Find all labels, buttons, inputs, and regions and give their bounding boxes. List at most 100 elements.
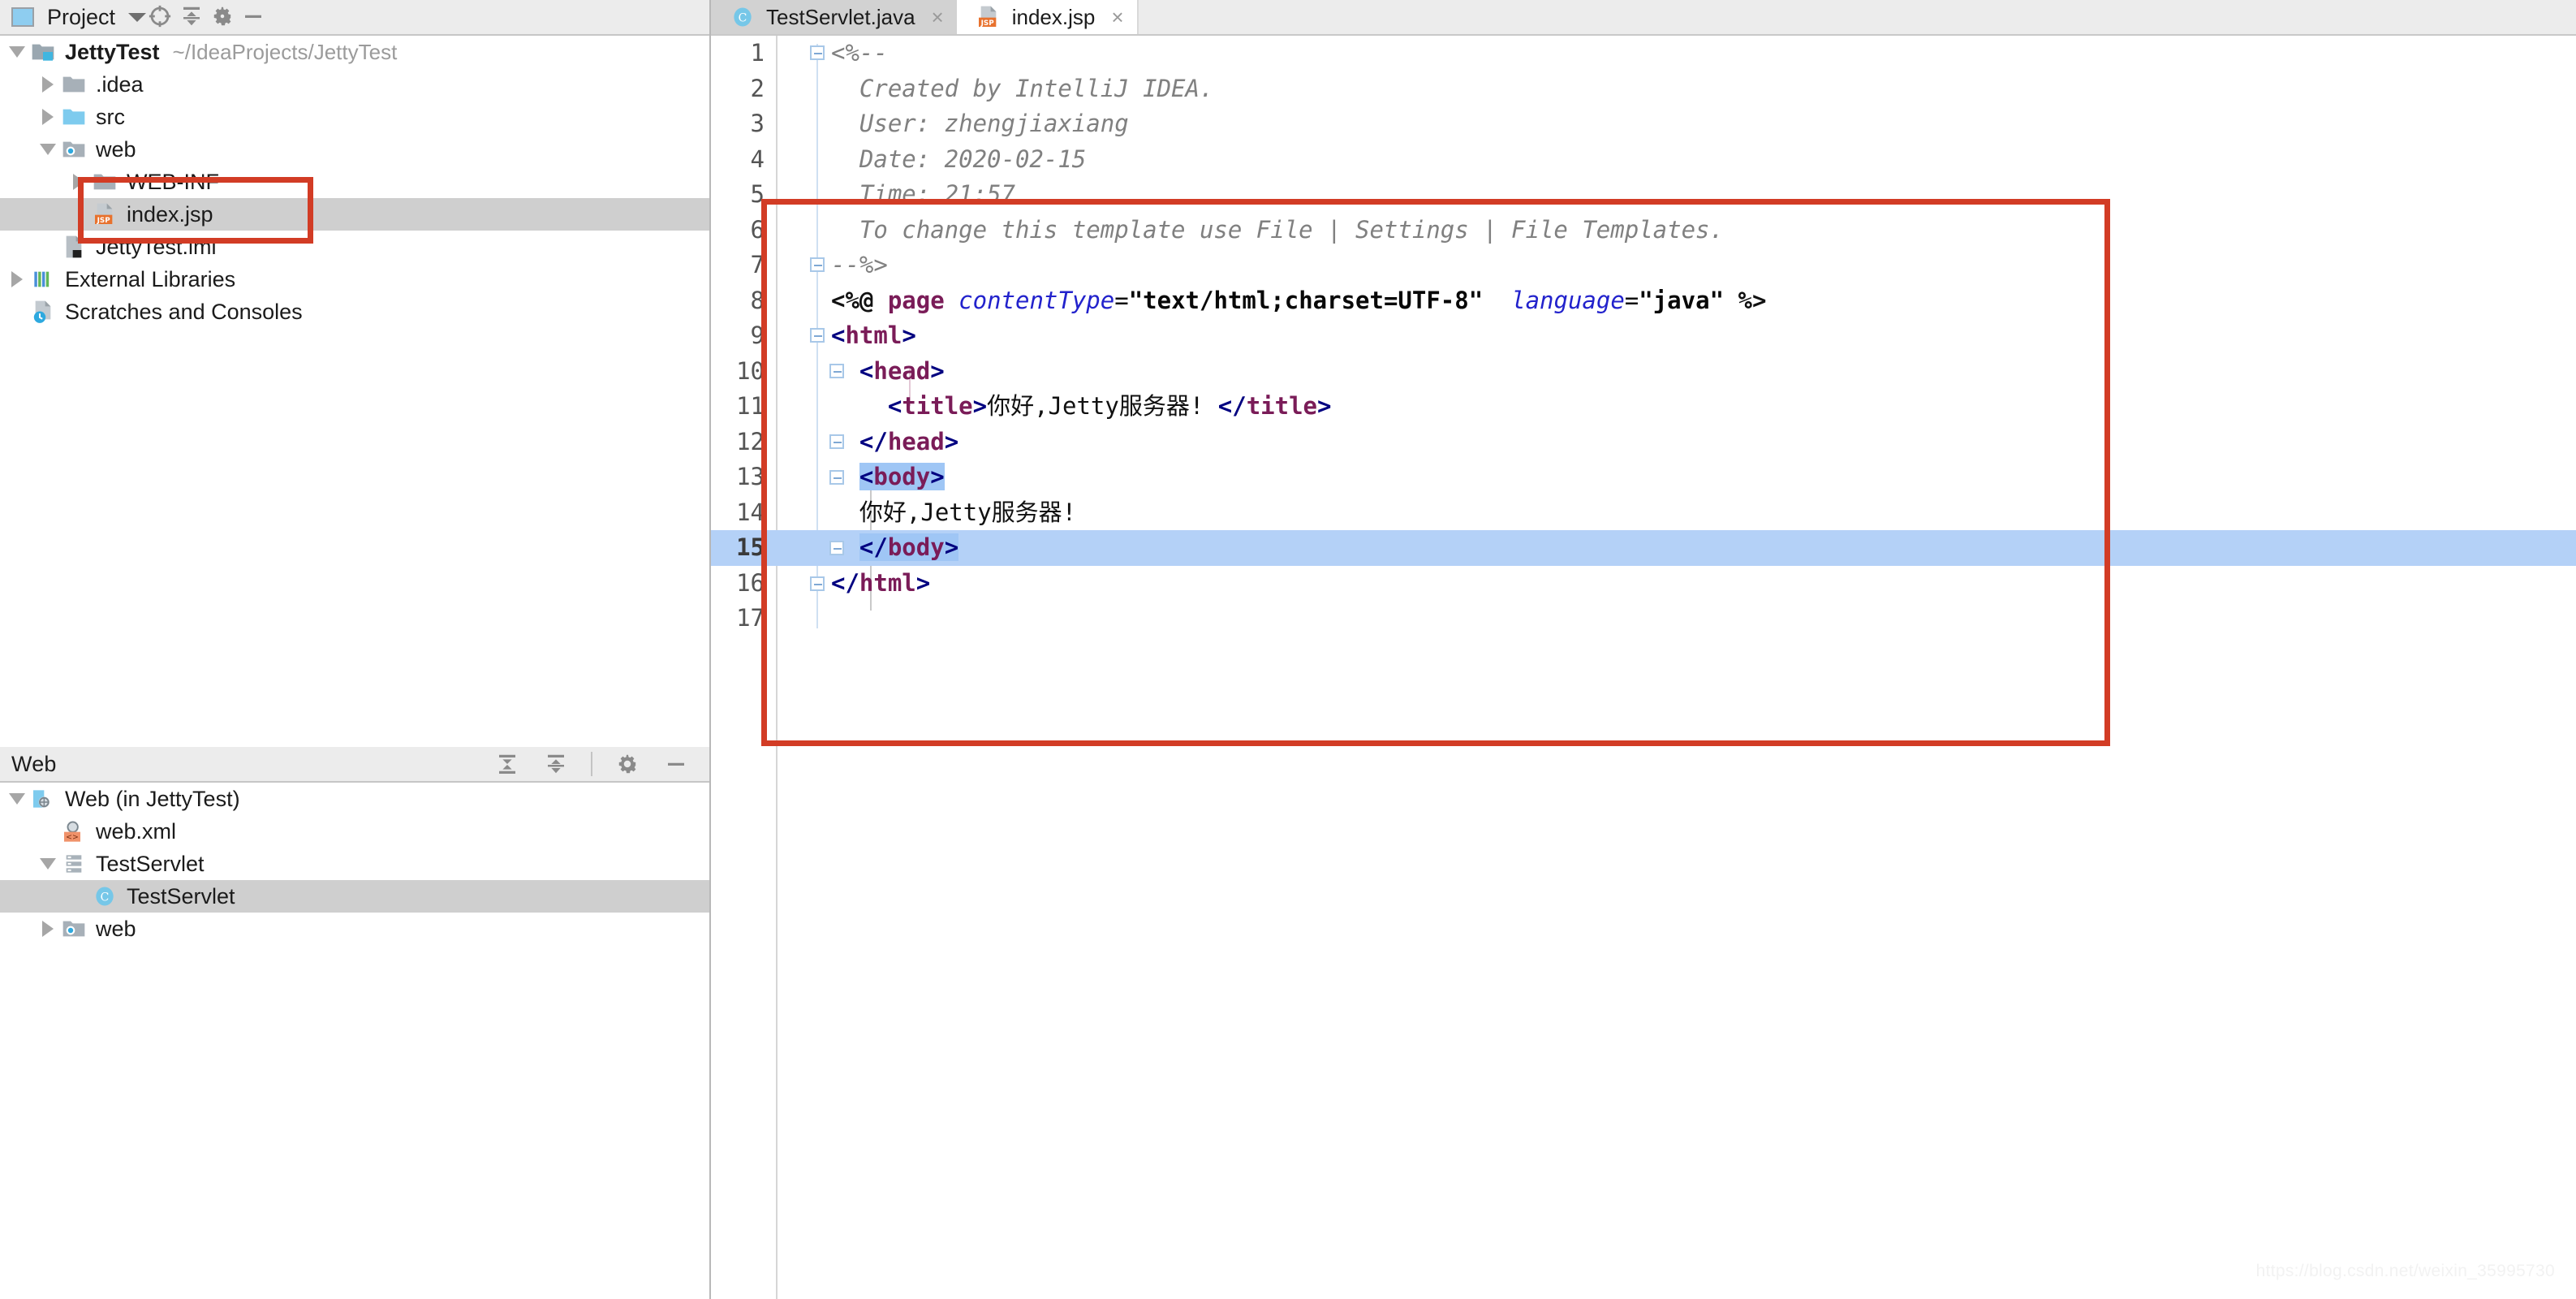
code-token: html [859, 569, 916, 597]
web-tree-item[interactable]: TestServlet [0, 848, 709, 880]
code-line[interactable]: 1<%-- [711, 36, 2576, 71]
chevron-down-icon[interactable] [128, 13, 146, 22]
web-tree-item[interactable]: CTestServlet [0, 880, 709, 913]
editor-tab-bar: CTestServlet.java×JSPindex.jsp× [711, 0, 2576, 36]
tree-item-label: .idea [96, 72, 144, 97]
fold-marker-line12[interactable] [829, 434, 846, 451]
code-token: > [930, 357, 944, 385]
code-token: < [831, 322, 845, 349]
webxml-file-icon: <> [60, 818, 88, 845]
tree-item-label: web.xml [96, 819, 176, 844]
fold-marker-line13[interactable] [829, 470, 846, 486]
locate-icon[interactable] [146, 2, 174, 30]
tree-item-label: WEB-INF [127, 170, 219, 195]
editor-tab[interactable]: JSPindex.jsp× [957, 0, 1137, 34]
code-line[interactable]: 15 </body> [711, 530, 2576, 566]
code-line-text: </head> [831, 425, 958, 460]
fold-marker-line16[interactable] [810, 576, 826, 593]
code-line[interactable]: 13 <body> [711, 460, 2576, 495]
code-line[interactable]: 7--%> [711, 248, 2576, 283]
tree-item-label: index.jsp [127, 202, 213, 227]
code-token: body [873, 463, 930, 490]
project-tree-item[interactable]: WEB-INF [0, 166, 709, 198]
code-viewport[interactable]: 1<%--2 Created by IntelliJ IDEA.3 User: … [711, 36, 2576, 1299]
code-token: html [845, 322, 902, 349]
code-line[interactable]: 16</html> [711, 566, 2576, 602]
web-tree-item[interactable]: Web (in JettyTest) [0, 783, 709, 815]
close-icon[interactable]: × [1111, 5, 1123, 30]
servlet-node-icon [60, 850, 88, 878]
fold-marker-line10[interactable] [829, 364, 846, 380]
project-tree-item[interactable]: .idea [0, 68, 709, 101]
tree-item-label: External Libraries [65, 267, 235, 292]
code-line[interactable]: 8<%@ page contentType="text/html;charset… [711, 283, 2576, 319]
settings-gear-icon[interactable] [614, 750, 641, 778]
code-line[interactable]: 2 Created by IntelliJ IDEA. [711, 71, 2576, 107]
code-line[interactable]: 17 [711, 601, 2576, 637]
fold-marker-line7[interactable] [810, 257, 826, 274]
collapse-arrow-icon[interactable] [36, 144, 60, 155]
settings-gear-icon[interactable] [209, 2, 236, 30]
code-token: title [1247, 392, 1317, 420]
project-tree-item[interactable]: Scratches and Consoles [0, 296, 709, 328]
hide-panel-icon[interactable] [662, 750, 690, 778]
line-number: 10 [711, 354, 765, 390]
expand-all-icon[interactable] [493, 750, 521, 778]
project-tree-item[interactable]: JettyTest.iml [0, 231, 709, 263]
code-token: To change this template use File | Setti… [831, 216, 1724, 244]
line-number: 1 [711, 36, 765, 71]
code-token: "text/html;charset=UTF-8" [1129, 287, 1484, 314]
expand-arrow-icon[interactable] [36, 921, 60, 937]
hide-panel-icon[interactable] [239, 2, 267, 30]
code-line[interactable]: 5 Time: 21:57 [711, 177, 2576, 213]
collapse-all-icon[interactable] [542, 750, 570, 778]
code-line[interactable]: 4 Date: 2020-02-15 [711, 142, 2576, 178]
code-line[interactable]: 3 User: zhengjiaxiang [711, 106, 2576, 142]
code-line[interactable]: 6 To change this template use File | Set… [711, 213, 2576, 248]
web-tree-item[interactable]: web [0, 913, 709, 945]
project-tree-item[interactable]: JettyTest~/IdeaProjects/JettyTest [0, 36, 709, 68]
code-line-text: </html> [831, 566, 930, 602]
code-lines[interactable]: 1<%--2 Created by IntelliJ IDEA.3 User: … [711, 36, 2576, 637]
iml-file-icon [60, 233, 88, 261]
code-line[interactable]: 9<html> [711, 318, 2576, 354]
project-tree-item[interactable]: External Libraries [0, 263, 709, 296]
fold-marker-line9[interactable] [810, 328, 826, 344]
code-line[interactable]: 10 <head> [711, 354, 2576, 390]
web-panel-toolbar [493, 750, 698, 778]
project-tree-item[interactable]: JSPindex.jsp [0, 198, 709, 231]
code-token: --%> [831, 251, 888, 278]
expand-arrow-icon[interactable] [5, 271, 29, 287]
code-line-text: <title>你好,Jetty服务器! </title> [831, 389, 1331, 425]
fold-marker-line1[interactable] [810, 45, 826, 62]
collapse-all-icon[interactable] [178, 2, 205, 30]
fold-marker-line15[interactable] [829, 541, 846, 557]
editor-tab-label: index.jsp [1012, 5, 1096, 30]
watermark-url: https://blog.csdn.net/weixin_35995730 [2256, 1262, 2555, 1281]
folder-web-icon [60, 136, 88, 163]
code-token: 你好,Jetty服务器! [987, 392, 1218, 420]
web-panel-header: Web [0, 747, 709, 783]
close-icon[interactable]: × [932, 5, 944, 30]
collapse-arrow-icon[interactable] [36, 858, 60, 870]
expand-arrow-icon[interactable] [36, 109, 60, 125]
code-token: %> [1724, 287, 1766, 314]
expand-arrow-icon[interactable] [36, 76, 60, 93]
line-number: 15 [711, 530, 765, 566]
collapse-arrow-icon[interactable] [5, 46, 29, 58]
code-line[interactable]: 14 你好,Jetty服务器! [711, 495, 2576, 531]
code-line[interactable]: 11 <title>你好,Jetty服务器! </title> [711, 389, 2576, 425]
code-token: > [902, 322, 915, 349]
code-token: > [1317, 392, 1331, 420]
code-token: = [1114, 287, 1128, 314]
project-tree-item[interactable]: web [0, 133, 709, 166]
project-tree-item[interactable]: src [0, 101, 709, 133]
expand-arrow-icon[interactable] [67, 174, 91, 190]
project-path-label: ~/IdeaProjects/JettyTest [173, 40, 398, 65]
collapse-arrow-icon[interactable] [5, 793, 29, 805]
web-tree-item[interactable]: <> web.xml [0, 815, 709, 848]
folder-source-icon [60, 103, 88, 131]
code-line-text: To change this template use File | Setti… [831, 213, 1724, 248]
code-line[interactable]: 12 </head> [711, 425, 2576, 460]
editor-tab[interactable]: CTestServlet.java× [711, 0, 957, 34]
